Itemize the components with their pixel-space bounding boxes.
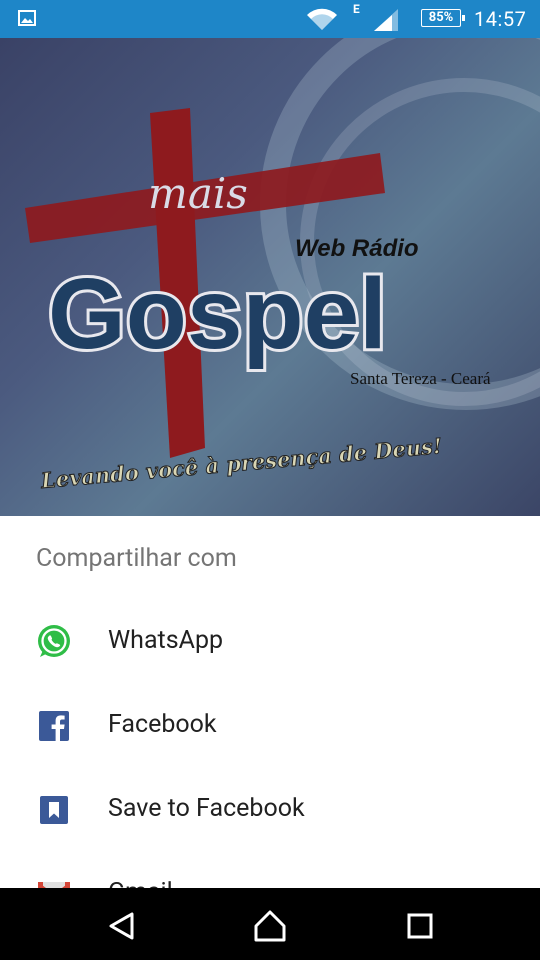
share-option-whatsapp[interactable]: WhatsApp [0,602,540,686]
logo-word-top: mais [148,169,248,218]
navigation-bar [0,888,540,960]
whatsapp-icon [38,625,70,657]
logo-graphic: mais Web Rádio Gospel Santa Tereza - Cea… [25,108,491,494]
share-option-label: Save to Facebook [108,794,305,823]
image-notification-icon [18,10,36,26]
share-option-gmail[interactable]: Gmail [0,854,540,888]
app-background-logo: mais Web Rádio Gospel Santa Tereza - Cea… [0,38,540,516]
facebook-icon [39,711,69,741]
logo-location: Santa Tereza - Ceará [350,369,491,388]
home-icon[interactable] [250,906,290,946]
battery-indicator: 85% [421,9,465,27]
network-type: E [353,2,360,16]
share-sheet-title: Compartilhar com [36,544,237,573]
share-option-label: WhatsApp [108,626,224,655]
share-option-save-to-facebook[interactable]: Save to Facebook [0,770,540,854]
signal-icon [374,9,398,31]
logo-tagline: Levando você à presença de Deus! [39,433,443,493]
logo-word-main: Gospel [48,258,387,370]
wifi-icon [307,8,337,31]
clock: 14:57 [474,7,527,31]
back-icon[interactable] [102,906,142,946]
status-bar: E 85% 14:57 [0,0,540,38]
share-option-label: Facebook [108,710,217,739]
share-option-label: Gmail [108,878,173,888]
share-sheet: Compartilhar com WhatsApp Facebook Save … [0,516,540,888]
recents-icon[interactable] [400,906,440,946]
save-to-facebook-icon [40,796,68,824]
gmail-icon [38,882,70,888]
share-option-facebook[interactable]: Facebook [0,686,540,770]
